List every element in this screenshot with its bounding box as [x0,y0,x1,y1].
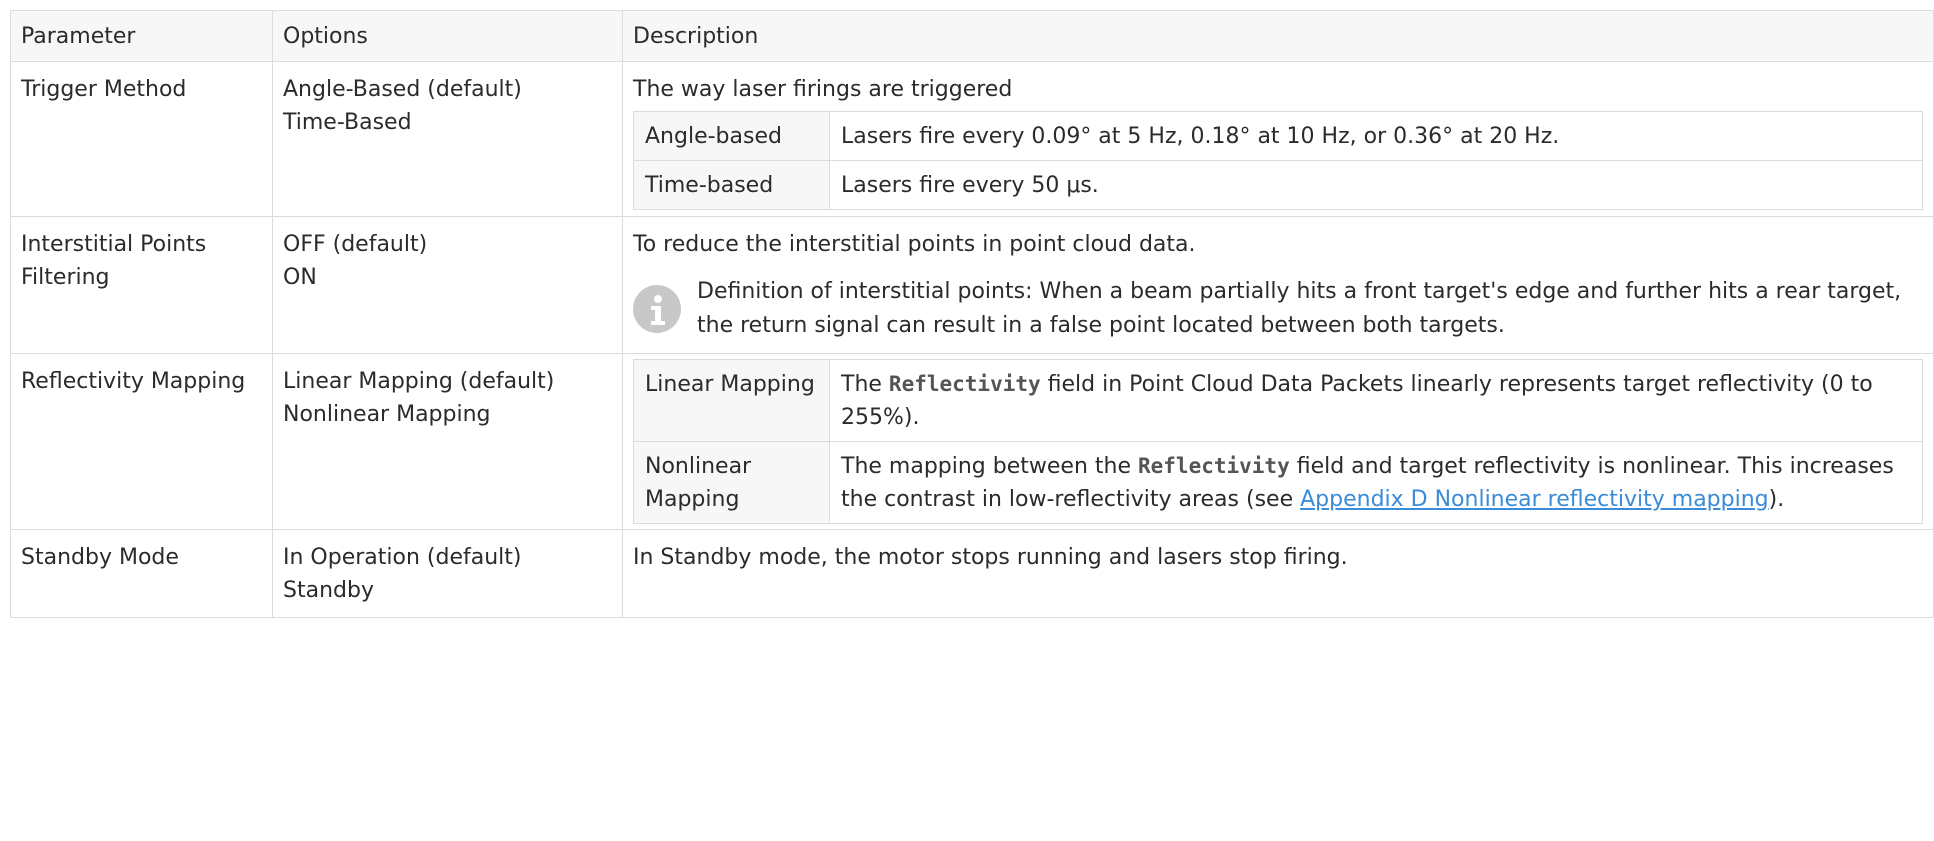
sub-table-key: Nonlinear Mapping [633,441,830,524]
sub-table-row: Angle-based Lasers fire every 0.09° at 5… [633,111,1923,161]
options-cell: In Operation (default) Standby [272,529,623,618]
sub-table-value: The mapping between the Reflectivity fie… [829,441,1923,524]
options-cell: Angle-Based (default) Time-Based [272,61,623,217]
description-cell: Linear Mapping The Reflectivity field in… [622,353,1934,530]
table-row: Standby Mode In Operation (default) Stan… [10,529,1934,618]
table-row: Interstitial Points Filtering OFF (defau… [10,216,1934,354]
info-icon-glyph [651,295,665,325]
header-row: Parameter Options Description [10,10,1934,62]
description-text: To reduce the interstitial points in poi… [633,232,1196,257]
header-options: Options [272,10,623,62]
sub-table: Angle-based Lasers fire every 0.09° at 5… [633,111,1923,210]
code-text: Reflectivity [888,372,1041,396]
sub-table-value: The Reflectivity field in Point Cloud Da… [829,359,1923,442]
description-cell: In Standby mode, the motor stops running… [622,529,1934,618]
table-row: Trigger Method Angle-Based (default) Tim… [10,61,1934,217]
description-text: The way laser firings are triggered [633,77,1013,102]
header-parameter: Parameter [10,10,273,62]
parameter-cell: Trigger Method [10,61,273,217]
option-item: Angle-Based (default) [283,77,522,102]
option-item: Linear Mapping (default) [283,369,555,394]
note-text: Definition of interstitial points: When … [697,279,1902,338]
option-item: In Operation (default) [283,545,522,570]
options-cell: Linear Mapping (default) Nonlinear Mappi… [272,353,623,530]
value-text: ). [1768,487,1785,512]
sub-table-key: Time-based [633,160,830,210]
appendix-d-link[interactable]: Appendix D Nonlinear reflectivity mappin… [1300,487,1769,512]
parameters-table: Parameter Options Description Trigger Me… [10,10,1934,618]
parameter-cell: Reflectivity Mapping [10,353,273,530]
sub-table-row: Nonlinear Mapping The mapping between th… [633,441,1923,524]
parameter-cell: Interstitial Points Filtering [10,216,273,354]
info-note: Definition of interstitial points: When … [633,275,1923,343]
code-text: Reflectivity [1138,454,1290,478]
value-text: The [841,372,889,397]
option-item: Time-Based [283,110,412,135]
table-row: Reflectivity Mapping Linear Mapping (def… [10,353,1934,530]
sub-table-key: Linear Mapping [633,359,830,442]
sub-table-row: Linear Mapping The Reflectivity field in… [633,359,1923,442]
sub-table-key: Angle-based [633,111,830,161]
sub-table-row: Time-based Lasers fire every 50 μs. [633,160,1923,210]
option-item: Nonlinear Mapping [283,402,491,427]
value-text: The mapping between the [841,454,1138,479]
description-cell: The way laser firings are triggered Angl… [622,61,1934,217]
parameter-cell: Standby Mode [10,529,273,618]
description-cell: To reduce the interstitial points in poi… [622,216,1934,354]
sub-table-value: Lasers fire every 0.09° at 5 Hz, 0.18° a… [829,111,1923,161]
option-item: Standby [283,578,374,603]
option-item: ON [283,265,317,290]
header-description: Description [622,10,1934,62]
options-cell: OFF (default) ON [272,216,623,354]
option-item: OFF (default) [283,232,428,257]
sub-table-value: Lasers fire every 50 μs. [829,160,1923,210]
info-icon [633,285,681,333]
sub-table: Linear Mapping The Reflectivity field in… [633,359,1923,524]
